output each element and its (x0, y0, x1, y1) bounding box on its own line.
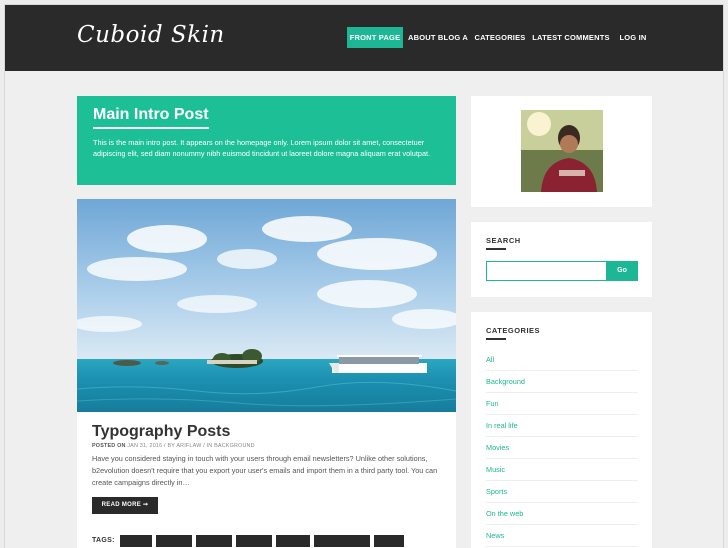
avatar[interactable] (521, 110, 603, 192)
category-item-fun[interactable]: Fun (486, 393, 638, 415)
tag-chip[interactable] (276, 535, 310, 547)
nav-latest-comments[interactable]: LATEST COMMENTS (531, 27, 611, 48)
search-input[interactable] (486, 261, 607, 281)
category-item-all[interactable]: All (486, 349, 638, 371)
post-excerpt: Have you considered staying in touch wit… (92, 454, 438, 487)
post-meta-category[interactable]: BACKGROUND (214, 443, 255, 449)
intro-post-title[interactable]: Main Intro Post (93, 106, 209, 129)
category-item-music[interactable]: Music (486, 459, 638, 481)
post-meta-date: JAN 31, 2016 (127, 443, 163, 449)
categories-widget: CATEGORIES All Background Fun In real li… (471, 312, 652, 548)
category-item-on-the-web[interactable]: On the web (486, 503, 638, 525)
post-featured-image[interactable] (77, 199, 456, 412)
post-meta-author[interactable]: ARIFLAW (176, 443, 201, 449)
post-meta-posted-label: POSTED ON (92, 443, 126, 449)
categories-widget-title: CATEGORIES (486, 326, 541, 335)
categories-title-underline (486, 338, 506, 340)
category-item-sports[interactable]: Sports (486, 481, 638, 503)
post-meta: POSTED ON JAN 31, 2016 / BY ARIFLAW / IN… (92, 443, 255, 449)
search-title-underline (486, 248, 506, 250)
browser-viewport: Cuboid Skin FRONT PAGE ABOUT BLOG A CATE… (4, 4, 724, 548)
post-meta-by-label: / BY (164, 443, 175, 449)
intro-post-text: This is the main intro post. It appears … (93, 138, 431, 158)
category-item-in-real-life[interactable]: In real life (486, 415, 638, 437)
nav-about-blog[interactable]: ABOUT BLOG A (407, 27, 469, 48)
category-item-news[interactable]: News (486, 525, 638, 547)
tag-chip[interactable] (236, 535, 272, 547)
category-item-movies[interactable]: Movies (486, 437, 638, 459)
tag-chip[interactable] (196, 535, 232, 547)
nav-front-page[interactable]: FRONT PAGE (347, 27, 403, 48)
search-go-button[interactable]: Go (606, 261, 638, 281)
intro-post: Main Intro Post This is the main intro p… (77, 96, 456, 185)
tag-chip[interactable] (314, 535, 370, 547)
search-widget: SEARCH Go (471, 222, 652, 297)
tag-chip[interactable] (374, 535, 404, 547)
site-logo[interactable]: Cuboid Skin (77, 22, 225, 48)
read-more-button[interactable]: READ MORE ➞ (92, 497, 158, 514)
site-header: Cuboid Skin FRONT PAGE ABOUT BLOG A CATE… (5, 5, 723, 71)
categories-list: All Background Fun In real life Movies M… (486, 349, 638, 547)
tag-chip[interactable] (120, 535, 152, 547)
post-meta-in-label: / IN (203, 443, 213, 449)
tag-chip[interactable] (156, 535, 192, 547)
nav-categories[interactable]: CATEGORIES (472, 27, 528, 48)
category-item-background[interactable]: Background (486, 371, 638, 393)
post-card: Typography Posts POSTED ON JAN 31, 2016 … (77, 199, 456, 548)
tags-label: TAGS: (92, 537, 115, 544)
avatar-widget (471, 96, 652, 207)
post-title[interactable]: Typography Posts (92, 423, 230, 441)
nav-log-in[interactable]: LOG IN (613, 27, 653, 48)
search-widget-title: SEARCH (486, 236, 521, 245)
